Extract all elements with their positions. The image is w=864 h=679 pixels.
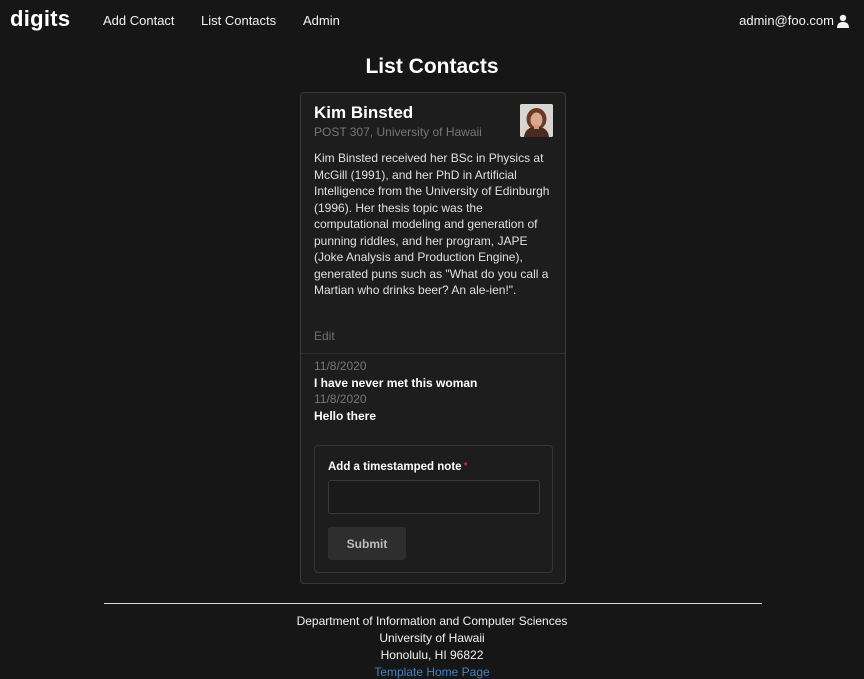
nav-add-contact[interactable]: Add Contact bbox=[103, 13, 175, 28]
footer-department: Department of Information and Computer S… bbox=[296, 614, 568, 628]
note-date: 11/8/2020 bbox=[314, 359, 367, 373]
footer-divider bbox=[104, 603, 762, 604]
note-field-label-text: Add a timestamped note bbox=[328, 461, 462, 473]
user-icon[interactable] bbox=[836, 14, 850, 28]
note-text: Hello there bbox=[314, 409, 377, 423]
edit-link[interactable]: Edit bbox=[314, 329, 335, 343]
card-divider bbox=[301, 353, 565, 354]
contact-avatar bbox=[520, 104, 553, 137]
required-marker: * bbox=[463, 461, 468, 472]
contact-description: Kim Binsted received her BSc in Physics … bbox=[314, 151, 550, 297]
user-menu[interactable]: admin@foo.com bbox=[739, 13, 850, 28]
top-navbar: digits Add Contact List Contacts Admin a… bbox=[0, 0, 864, 42]
note-date: 11/8/2020 bbox=[314, 392, 367, 406]
footer-university: University of Hawaii bbox=[379, 631, 485, 645]
nav-admin[interactable]: Admin bbox=[303, 13, 340, 28]
submit-button[interactable]: Submit bbox=[328, 527, 406, 560]
contact-address: POST 307, University of Hawaii bbox=[314, 125, 482, 139]
add-note-form: Add a timestamped note * Submit bbox=[314, 445, 553, 573]
note-text: I have never met this woman bbox=[314, 376, 478, 390]
contact-name: Kim Binsted bbox=[314, 103, 414, 122]
note-input[interactable] bbox=[328, 480, 540, 514]
page-title: List Contacts bbox=[365, 55, 499, 78]
footer-address: Honolulu, HI 96822 bbox=[380, 648, 484, 662]
brand-logo[interactable]: digits bbox=[10, 6, 70, 32]
nav-list-contacts[interactable]: List Contacts bbox=[201, 13, 276, 28]
user-email[interactable]: admin@foo.com bbox=[739, 13, 834, 28]
note-field-label: Add a timestamped note * bbox=[328, 461, 467, 473]
contact-card: Kim Binsted POST 307, University of Hawa… bbox=[300, 92, 566, 584]
